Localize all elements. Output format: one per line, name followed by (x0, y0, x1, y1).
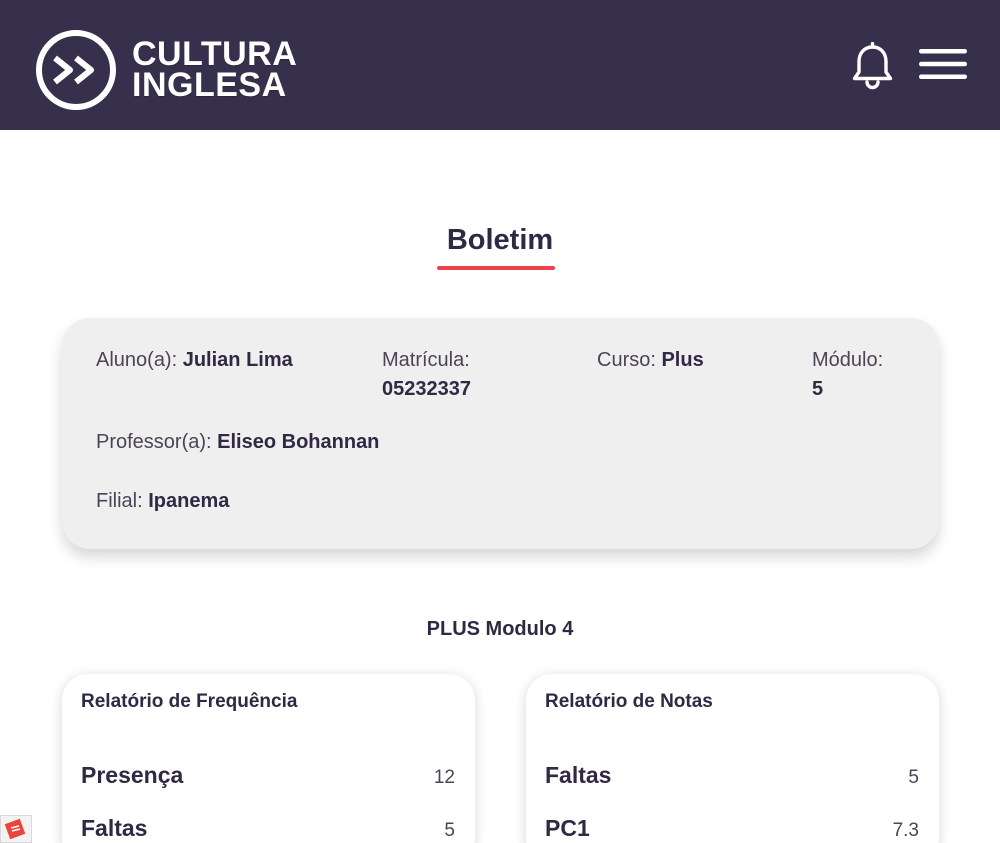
grades-row-label: Faltas (545, 762, 612, 788)
student-name-value: Julian Lima (182, 349, 293, 371)
module-section-title: PLUS Modulo 4 (426, 618, 574, 640)
module: Módulo: 5 (812, 346, 883, 404)
branch-value: Ipanema (148, 490, 230, 512)
attendance-row-presence: Presença 12 (81, 762, 455, 789)
page-title: Boletim (446, 224, 554, 256)
hamburger-menu-icon[interactable] (919, 46, 967, 82)
student-name: Aluno(a): Julian Lima (96, 346, 293, 375)
top-navigation-bar: CULTURA INGLESA (0, 0, 1000, 130)
title-underline (437, 266, 555, 270)
module-value: 5 (812, 378, 824, 400)
attendance-row-label: Presença (81, 762, 184, 788)
registration-value: 05232337 (382, 378, 471, 400)
widget-logo-icon (4, 818, 26, 840)
course-value: Plus (661, 349, 704, 371)
attendance-report-card: Relatório de Frequência Presença 12 Falt… (62, 674, 475, 843)
teacher-label: Professor(a): (96, 431, 212, 453)
registration-number: Matrícula: 05232337 (382, 346, 471, 404)
grades-row-pc1: PC1 7.3 (545, 815, 919, 842)
attendance-row-value: 5 (444, 820, 455, 841)
student-name-label: Aluno(a): (96, 349, 178, 371)
cultura-inglesa-logo[interactable]: CULTURA INGLESA (35, 29, 297, 111)
logo-line-2: INGLESA (132, 66, 287, 104)
branch-label: Filial: (96, 490, 143, 512)
student-info-card: Aluno(a): Julian Lima Matrícula: 0523233… (62, 318, 939, 549)
floating-widget-icon[interactable] (0, 815, 32, 843)
grades-report-title: Relatório de Notas (545, 691, 713, 712)
grades-row-absences: Faltas 5 (545, 762, 919, 789)
grades-row-label: PC1 (545, 815, 590, 841)
module-label: Módulo: (812, 349, 884, 371)
course-label: Curso: (597, 349, 656, 371)
grades-row-value: 5 (908, 767, 919, 788)
registration-label: Matrícula: (382, 349, 470, 371)
attendance-report-title: Relatório de Frequência (81, 691, 298, 712)
attendance-row-value: 12 (433, 767, 455, 788)
logo-wordmark: CULTURA INGLESA (132, 37, 297, 104)
logo-arrows-icon (36, 30, 116, 110)
grades-report-card: Relatório de Notas Faltas 5 PC1 7.3 (526, 674, 939, 843)
branch: Filial: Ipanema (96, 487, 229, 516)
teacher-value: Eliseo Bohannan (217, 431, 380, 453)
attendance-row-absences: Faltas 5 (81, 815, 455, 842)
teacher: Professor(a): Eliseo Bohannan (96, 428, 379, 457)
grades-row-value: 7.3 (892, 820, 919, 841)
bell-icon[interactable] (850, 42, 895, 90)
course: Curso: Plus (597, 346, 704, 375)
attendance-row-label: Faltas (81, 815, 148, 841)
